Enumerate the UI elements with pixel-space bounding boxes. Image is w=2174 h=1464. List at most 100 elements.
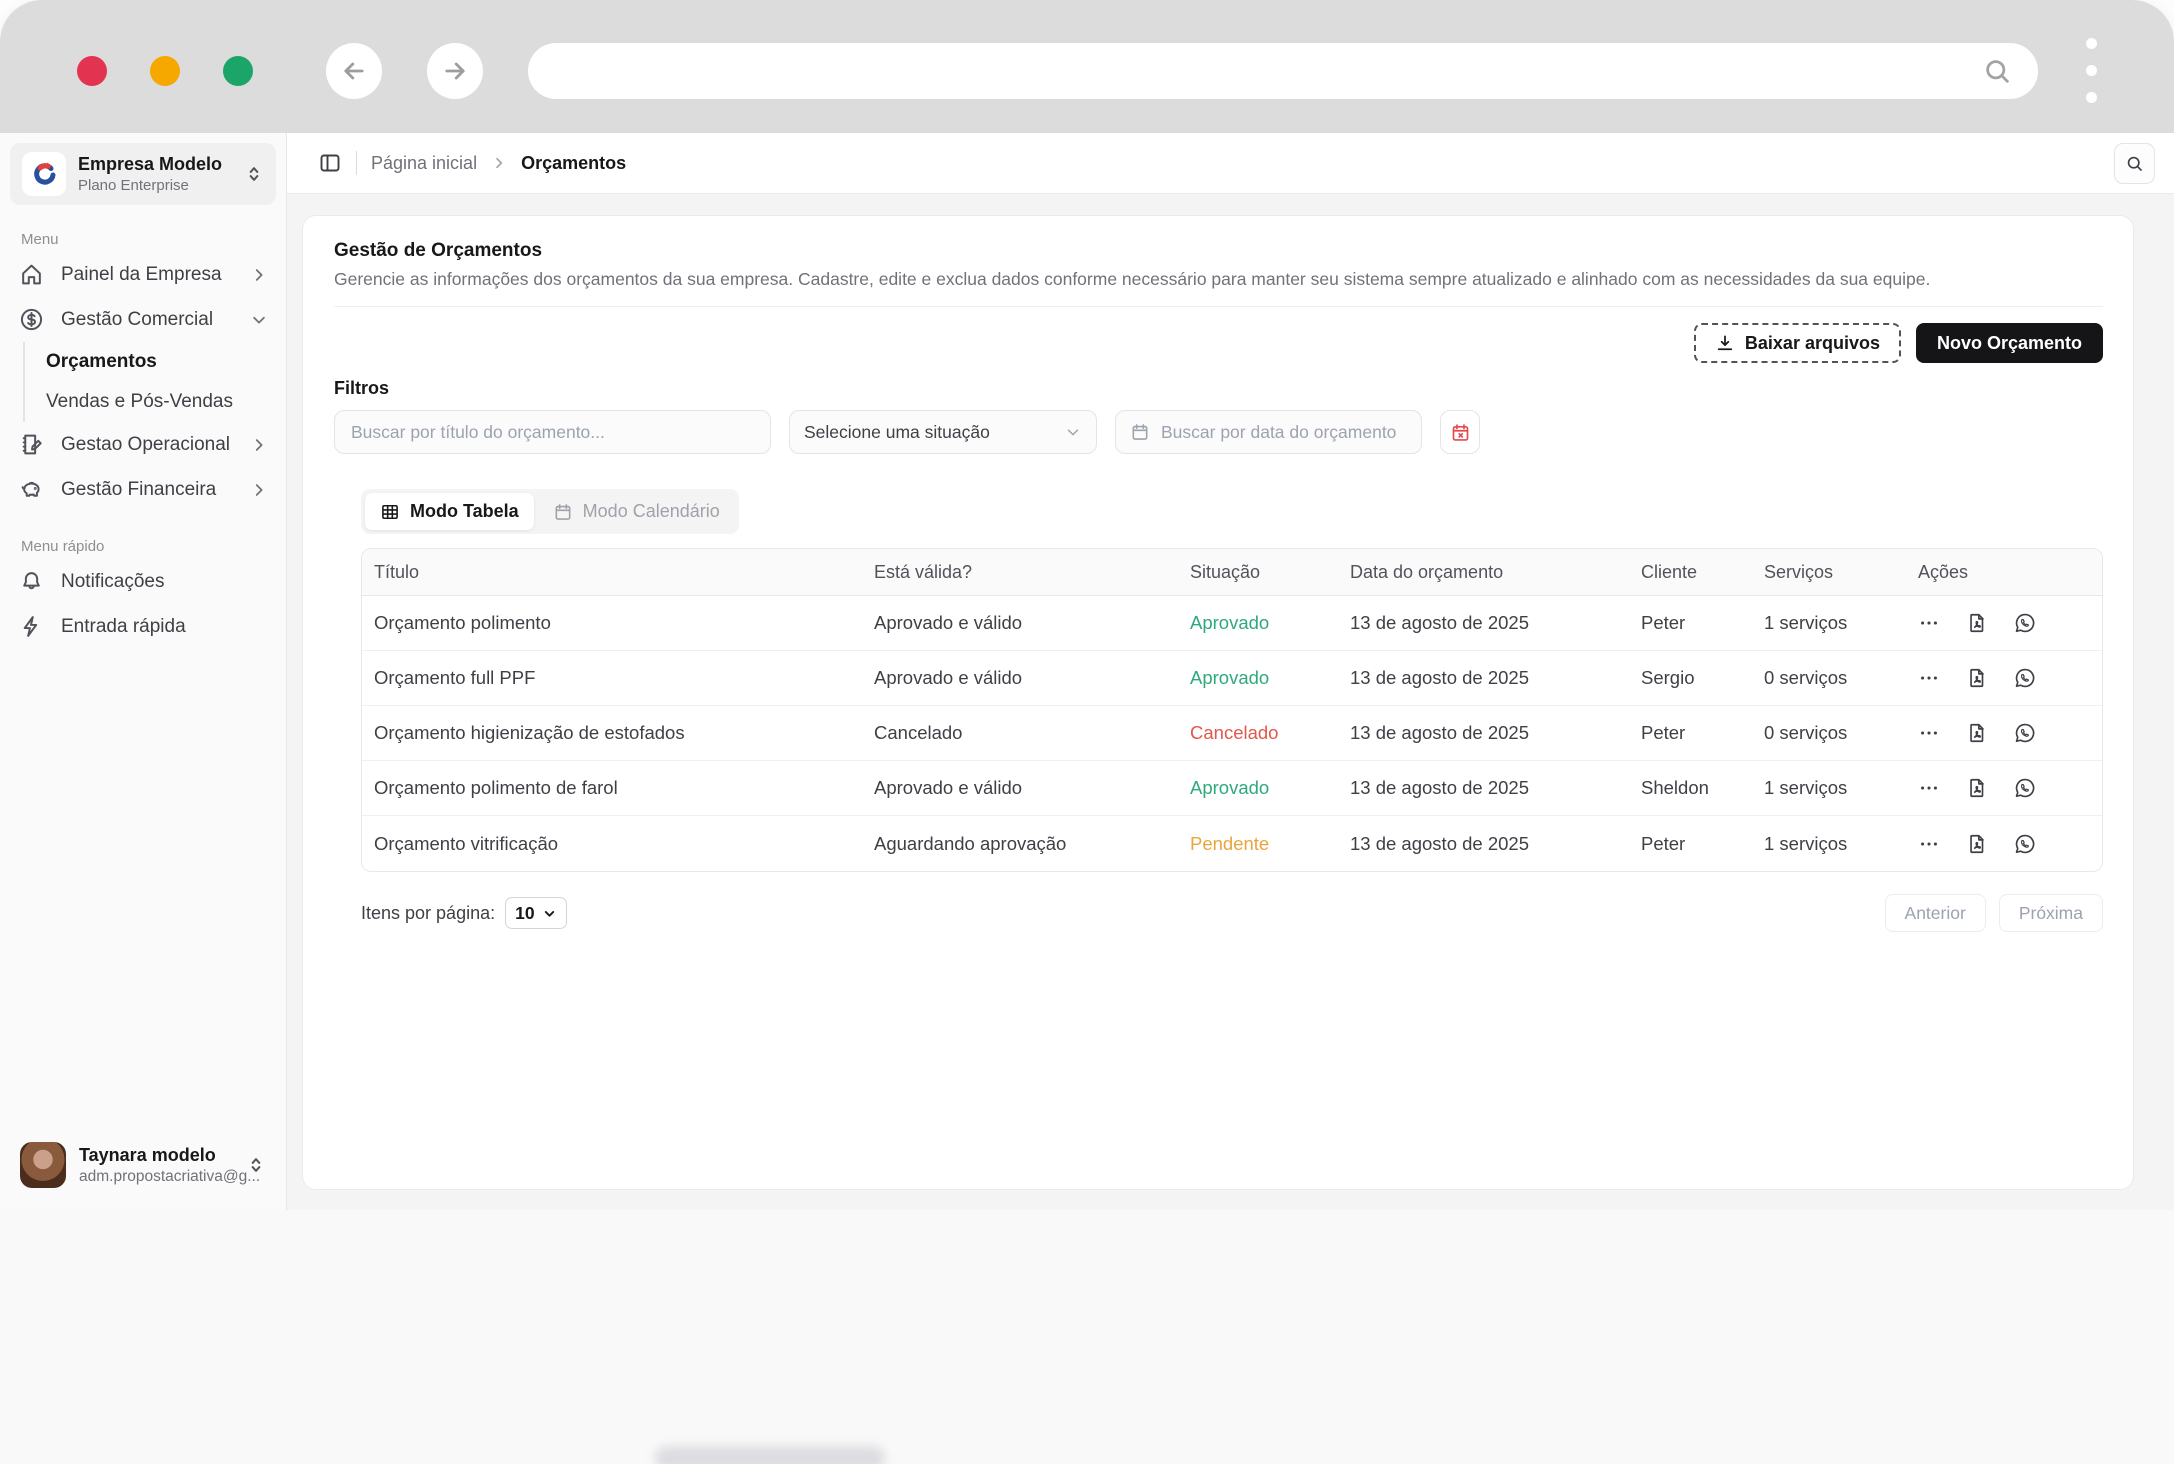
user-email: adm.propostacriativa@g... [79, 1168, 233, 1186]
cell-servicos: 1 serviços [1764, 833, 1918, 855]
previous-page-button[interactable]: Anterior [1885, 894, 1986, 932]
status-badge: Pendente [1190, 833, 1350, 855]
user-avatar [20, 1142, 66, 1188]
unfold-icon [244, 164, 264, 184]
browser-menu-button[interactable] [2086, 38, 2097, 103]
next-page-button[interactable]: Próxima [1999, 894, 2103, 932]
more-options-icon[interactable] [1918, 777, 1940, 799]
table-body: Orçamento polimento Aprovado e válido Ap… [362, 596, 2102, 871]
arrow-right-icon [441, 57, 469, 85]
table-row: Orçamento higienização de estofados Canc… [362, 706, 2102, 761]
chevron-right-icon [250, 266, 268, 284]
column-header-data: Data do orçamento [1350, 562, 1641, 583]
sidebar-toggle-icon[interactable] [318, 151, 342, 175]
top-toolbar: Página inicial Orçamentos [287, 133, 2174, 194]
tab-modo-calendario[interactable]: Modo Calendário [538, 493, 735, 530]
lightning-icon [19, 614, 44, 639]
tab-modo-tabela[interactable]: Modo Tabela [365, 493, 534, 530]
pdf-file-icon[interactable] [1966, 667, 1988, 689]
clear-date-filter-button[interactable] [1440, 410, 1480, 454]
cell-esta-valida: Aprovado e válido [874, 777, 1190, 799]
chevron-right-icon [491, 155, 507, 171]
row-actions [1918, 667, 2102, 689]
items-per-page-select[interactable]: 10 [505, 897, 566, 929]
dollar-circle-icon [19, 307, 44, 332]
page-title: Gestão de Orçamentos [334, 240, 2103, 262]
cell-servicos: 1 serviços [1764, 612, 1918, 634]
sidebar-item-painel-da-empresa[interactable]: Painel da Empresa [0, 252, 286, 297]
main-area: Página inicial Orçamentos Gestão de Orç [287, 133, 2174, 1210]
column-header-acoes: Ações [1918, 562, 2102, 583]
cell-esta-valida: Cancelado [874, 722, 1190, 744]
column-header-situacao: Situação [1190, 562, 1350, 583]
browser-forward-button[interactable] [427, 43, 483, 99]
global-search-button[interactable] [2114, 143, 2155, 184]
cell-esta-valida: Aprovado e válido [874, 612, 1190, 634]
whatsapp-icon[interactable] [2014, 667, 2036, 689]
cell-cliente: Sergio [1641, 667, 1764, 689]
orcamentos-table: Título Está válida? Situação Data do orç… [361, 548, 2103, 872]
cell-esta-valida: Aprovado e válido [874, 667, 1190, 689]
menu-section-label: Menu [21, 231, 286, 248]
search-icon [1982, 56, 2012, 86]
browser-back-button[interactable] [326, 43, 382, 99]
user-menu[interactable]: Taynara modelo adm.propostacriativa@g... [10, 1134, 276, 1196]
date-filter-input[interactable]: Buscar por data do orçamento [1115, 410, 1422, 454]
row-actions [1918, 612, 2102, 634]
dock-hint [655, 1446, 885, 1464]
sidebar-item-entrada-rapida[interactable]: Entrada rápida [0, 604, 286, 649]
company-switcher[interactable]: Empresa Modelo Plano Enterprise [10, 143, 276, 205]
pdf-file-icon[interactable] [1966, 777, 1988, 799]
company-logo [22, 152, 66, 196]
cell-titulo: Orçamento polimento [374, 612, 874, 634]
chevron-down-icon [1064, 423, 1082, 441]
sidebar-item-vendas-e-pos-vendas[interactable]: Vendas e Pós-Vendas [25, 382, 286, 422]
calendar-icon [553, 502, 573, 522]
whatsapp-icon[interactable] [2014, 833, 2036, 855]
calendar-x-icon [1450, 422, 1471, 443]
search-icon [2125, 154, 2144, 173]
row-actions [1918, 833, 2102, 855]
cell-data: 13 de agosto de 2025 [1350, 777, 1641, 799]
status-badge: Aprovado [1190, 777, 1350, 799]
company-plan: Plano Enterprise [78, 177, 232, 194]
table-row: Orçamento polimento de farol Aprovado e … [362, 761, 2102, 816]
search-orcamento-input[interactable] [334, 410, 771, 454]
cell-cliente: Peter [1641, 833, 1764, 855]
sidebar-item-notificacoes[interactable]: Notificações [0, 559, 286, 604]
cell-titulo: Orçamento full PPF [374, 667, 874, 689]
sidebar-item-gestao-comercial[interactable]: Gestão Comercial [0, 297, 286, 342]
status-badge: Aprovado [1190, 667, 1350, 689]
sidebar-item-gestao-operacional[interactable]: Gestao Operacional [0, 422, 286, 467]
address-bar[interactable] [528, 43, 2038, 99]
cell-servicos: 0 serviços [1764, 667, 1918, 689]
status-select[interactable]: Selecione uma situação [789, 410, 1097, 454]
more-options-icon[interactable] [1918, 612, 1940, 634]
sidebar-item-orcamentos[interactable]: Orçamentos [25, 342, 286, 382]
cell-esta-valida: Aguardando aprovação [874, 833, 1190, 855]
cell-data: 13 de agosto de 2025 [1350, 722, 1641, 744]
maximize-window-button[interactable] [223, 56, 253, 86]
whatsapp-icon[interactable] [2014, 722, 2036, 744]
pdf-file-icon[interactable] [1966, 722, 1988, 744]
download-files-button[interactable]: Baixar arquivos [1694, 323, 1901, 363]
more-options-icon[interactable] [1918, 667, 1940, 689]
new-orcamento-button[interactable]: Novo Orçamento [1916, 323, 2103, 363]
whatsapp-icon[interactable] [2014, 777, 2036, 799]
sidebar-item-gestao-financeira[interactable]: Gestão Financeira [0, 467, 286, 512]
header-actions: Baixar arquivos Novo Orçamento [334, 323, 2103, 363]
breadcrumb-home[interactable]: Página inicial [371, 153, 477, 174]
browser-window: Empresa Modelo Plano Enterprise Menu Pai… [0, 0, 2174, 1210]
column-header-servicos: Serviços [1764, 562, 1918, 583]
more-options-icon[interactable] [1918, 833, 1940, 855]
cell-titulo: Orçamento higienização de estofados [374, 722, 874, 744]
close-window-button[interactable] [77, 56, 107, 86]
minimize-window-button[interactable] [150, 56, 180, 86]
pdf-file-icon[interactable] [1966, 833, 1988, 855]
status-badge: Aprovado [1190, 612, 1350, 634]
more-options-icon[interactable] [1918, 722, 1940, 744]
cell-titulo: Orçamento vitrificação [374, 833, 874, 855]
arrow-left-icon [340, 57, 368, 85]
whatsapp-icon[interactable] [2014, 612, 2036, 634]
pdf-file-icon[interactable] [1966, 612, 1988, 634]
